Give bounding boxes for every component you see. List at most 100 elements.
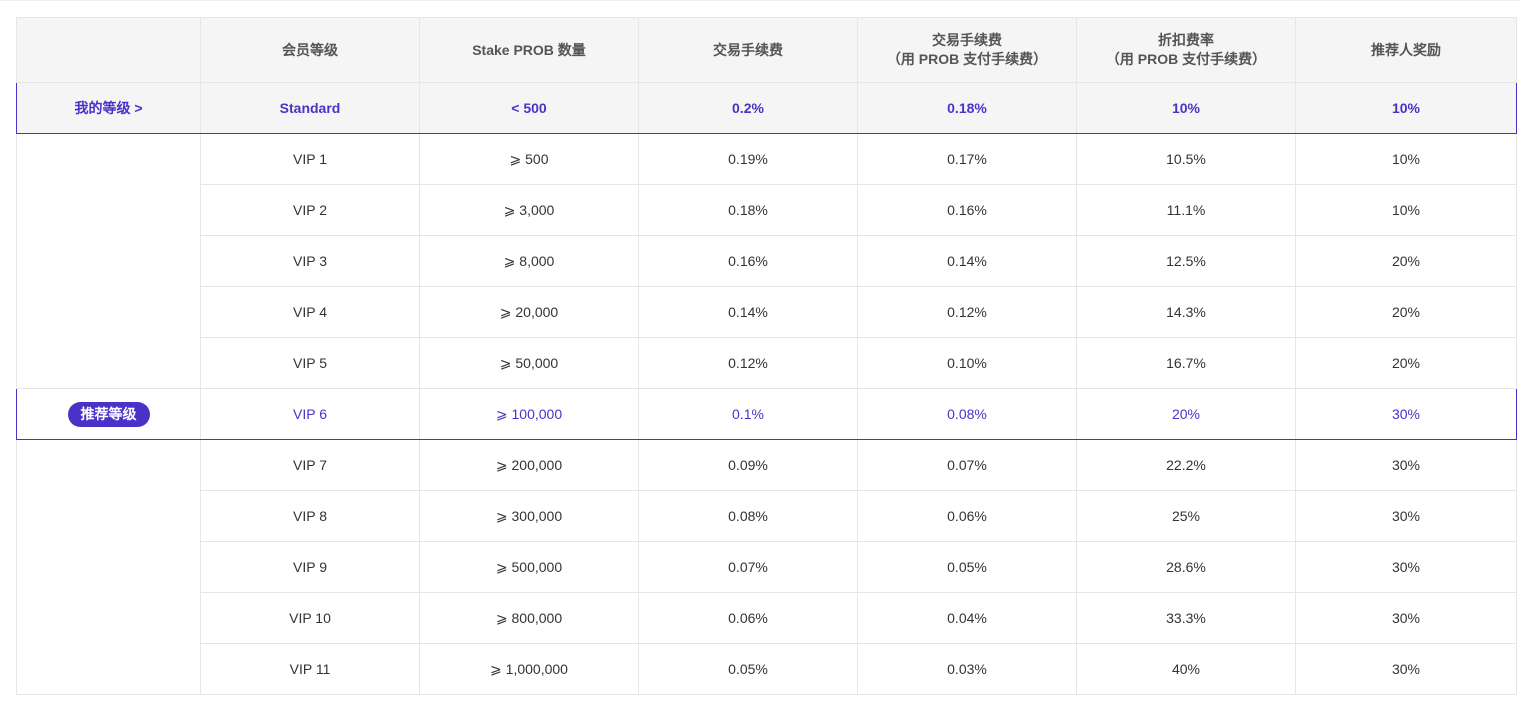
header-stake: Stake PROB 数量: [419, 17, 639, 83]
fee-cell: 0.07%: [638, 541, 858, 593]
referral-cell: 30%: [1295, 388, 1517, 440]
my-level-link[interactable]: 我的等级 >: [74, 100, 142, 116]
header-discount-label: 折扣费率: [1158, 32, 1214, 48]
blank-cell: [16, 337, 201, 389]
stake-cell: ⩾ 50,000: [419, 337, 639, 389]
fee-prob-cell: 0.17%: [857, 133, 1077, 185]
header-level: 会员等级: [200, 17, 420, 83]
referral-cell: 30%: [1295, 643, 1517, 695]
fee-cell: 0.1%: [638, 388, 858, 440]
referral-cell: 20%: [1295, 337, 1517, 389]
fee-prob-cell: 0.12%: [857, 286, 1077, 338]
level-cell: VIP 4: [200, 286, 420, 338]
fee-prob-cell: 0.04%: [857, 592, 1077, 644]
table-row: VIP 10 ⩾ 800,000 0.06% 0.04% 33.3% 30%: [16, 592, 1517, 644]
recommended-badge: 推荐等级: [67, 401, 150, 427]
discount-cell: 40%: [1076, 643, 1296, 695]
fee-prob-cell: 0.03%: [857, 643, 1077, 695]
blank-cell: [16, 133, 201, 185]
my-level-cell: 我的等级 >: [16, 82, 201, 134]
level-cell: VIP 10: [200, 592, 420, 644]
stake-cell: ⩾ 500,000: [419, 541, 639, 593]
table-row: VIP 2 ⩾ 3,000 0.18% 0.16% 11.1% 10%: [16, 184, 1517, 236]
stake-cell: ⩾ 300,000: [419, 490, 639, 542]
stake-cell: ⩾ 800,000: [419, 592, 639, 644]
fee-prob-cell: 0.05%: [857, 541, 1077, 593]
table-row: VIP 8 ⩾ 300,000 0.08% 0.06% 25% 30%: [16, 490, 1517, 542]
fee-cell: 0.05%: [638, 643, 858, 695]
table-body: 我的等级 > Standard < 500 0.2% 0.18% 10% 10% VIP 1 ⩾…: [16, 82, 1517, 695]
level-cell: VIP 9: [200, 541, 420, 593]
table-row: VIP 4 ⩾ 20,000 0.14% 0.12% 14.3% 20%: [16, 286, 1517, 338]
table-row: VIP 7 ⩾ 200,000 0.09% 0.07% 22.2% 30%: [16, 439, 1517, 491]
discount-cell: 14.3%: [1076, 286, 1296, 338]
referral-cell: 30%: [1295, 592, 1517, 644]
table-row: 我的等级 > Standard < 500 0.2% 0.18% 10% 10%: [16, 82, 1517, 134]
discount-cell: 11.1%: [1076, 184, 1296, 236]
discount-cell: 10.5%: [1076, 133, 1296, 185]
referral-cell: 10%: [1295, 184, 1517, 236]
fee-cell: 0.14%: [638, 286, 858, 338]
discount-cell: 16.7%: [1076, 337, 1296, 389]
blank-cell: [16, 286, 201, 338]
blank-cell: [16, 184, 201, 236]
referral-cell: 10%: [1295, 133, 1517, 185]
blank-cell: [16, 643, 201, 695]
header-fee-prob-sublabel: （用 PROB 支付手续费）: [886, 51, 1048, 67]
stake-cell: ⩾ 3,000: [419, 184, 639, 236]
fee-prob-cell: 0.18%: [857, 82, 1077, 134]
level-cell: Standard: [200, 82, 420, 134]
vip-tier-table: 会员等级 Stake PROB 数量 交易手续费 交易手续费 （用 PROB 支…: [16, 17, 1517, 695]
level-cell: VIP 5: [200, 337, 420, 389]
fee-cell: 0.06%: [638, 592, 858, 644]
stake-cell: ⩾ 8,000: [419, 235, 639, 287]
header-fee-prob: 交易手续费 （用 PROB 支付手续费）: [857, 17, 1077, 83]
blank-cell: [16, 235, 201, 287]
blank-cell: [16, 541, 201, 593]
fee-prob-cell: 0.14%: [857, 235, 1077, 287]
discount-cell: 28.6%: [1076, 541, 1296, 593]
table-header-row: 会员等级 Stake PROB 数量 交易手续费 交易手续费 （用 PROB 支…: [16, 17, 1517, 83]
header-discount: 折扣费率 （用 PROB 支付手续费）: [1076, 17, 1296, 83]
fee-cell: 0.18%: [638, 184, 858, 236]
header-discount-sublabel: （用 PROB 支付手续费）: [1105, 51, 1267, 67]
table-row: VIP 1 ⩾ 500 0.19% 0.17% 10.5% 10%: [16, 133, 1517, 185]
fee-prob-cell: 0.10%: [857, 337, 1077, 389]
discount-cell: 22.2%: [1076, 439, 1296, 491]
stake-cell: ⩾ 1,000,000: [419, 643, 639, 695]
fee-cell: 0.16%: [638, 235, 858, 287]
table-row: VIP 11 ⩾ 1,000,000 0.05% 0.03% 40% 30%: [16, 643, 1517, 695]
discount-cell: 12.5%: [1076, 235, 1296, 287]
fee-cell: 0.12%: [638, 337, 858, 389]
table-row: VIP 9 ⩾ 500,000 0.07% 0.05% 28.6% 30%: [16, 541, 1517, 593]
vip-tier-page: 会员等级 Stake PROB 数量 交易手续费 交易手续费 （用 PROB 支…: [0, 0, 1521, 714]
fee-prob-cell: 0.06%: [857, 490, 1077, 542]
referral-cell: 20%: [1295, 286, 1517, 338]
header-stake-label: Stake PROB 数量: [472, 41, 586, 58]
header-referral-label: 推荐人奖励: [1371, 41, 1441, 58]
blank-cell: [16, 439, 201, 491]
recommended-cell: 推荐等级: [16, 388, 201, 440]
header-referral: 推荐人奖励: [1295, 17, 1517, 83]
level-cell: VIP 11: [200, 643, 420, 695]
table-row: 推荐等级 VIP 6 ⩾ 100,000 0.1% 0.08% 20% 30%: [16, 388, 1517, 440]
stake-cell: < 500: [419, 82, 639, 134]
stake-cell: ⩾ 500: [419, 133, 639, 185]
referral-cell: 20%: [1295, 235, 1517, 287]
referral-cell: 30%: [1295, 439, 1517, 491]
discount-cell: 20%: [1076, 388, 1296, 440]
blank-cell: [16, 592, 201, 644]
referral-cell: 30%: [1295, 541, 1517, 593]
fee-cell: 0.09%: [638, 439, 858, 491]
discount-cell: 10%: [1076, 82, 1296, 134]
fee-cell: 0.19%: [638, 133, 858, 185]
level-cell: VIP 3: [200, 235, 420, 287]
header-fee: 交易手续费: [638, 17, 858, 83]
referral-cell: 30%: [1295, 490, 1517, 542]
table-row: VIP 3 ⩾ 8,000 0.16% 0.14% 12.5% 20%: [16, 235, 1517, 287]
header-empty: [16, 17, 201, 83]
fee-cell: 0.08%: [638, 490, 858, 542]
header-fee-prob-label: 交易手续费: [932, 32, 1002, 48]
discount-cell: 25%: [1076, 490, 1296, 542]
referral-cell: 10%: [1295, 82, 1517, 134]
